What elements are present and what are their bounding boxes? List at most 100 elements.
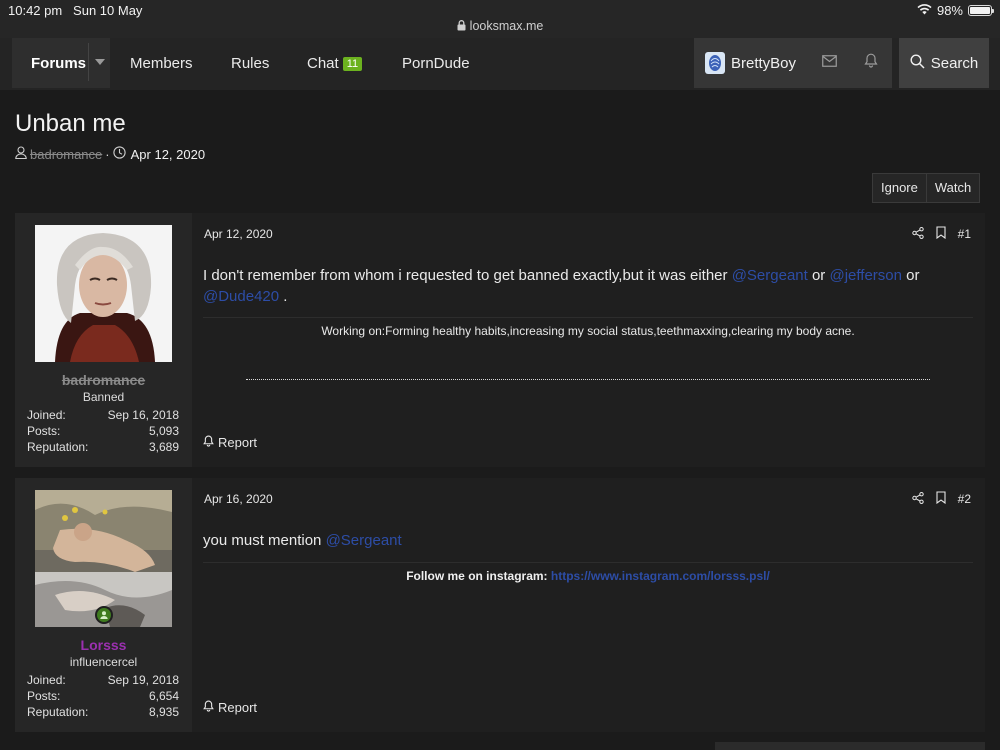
post-message-cell: Apr 16, 2020 #2 you must mention @Sergea… (192, 478, 985, 732)
stat-posts: Posts: 6,654 (27, 689, 179, 705)
reply-area-edge (715, 742, 985, 750)
stat-label: Posts: (27, 424, 61, 438)
search-button[interactable]: Search (899, 38, 989, 88)
ignore-button[interactable]: Ignore (873, 174, 926, 202)
user-stats: Joined: Sep 19, 2018 Posts: 6,654 Reputati… (27, 673, 179, 721)
user-title: Banned (82, 390, 125, 404)
signature-label: Follow me on instagram: (406, 569, 551, 583)
stat-joined: Joined: Sep 19, 2018 (27, 673, 179, 689)
avatar[interactable] (35, 225, 172, 362)
account-username: BrettyBoy (731, 54, 797, 72)
post-number-link[interactable]: #2 (958, 492, 971, 506)
post-text: or (901, 267, 920, 284)
account-menu[interactable]: BrettyBoy (694, 38, 808, 88)
search-icon (910, 53, 925, 73)
stat-label: Reputation: (27, 705, 89, 719)
nav-forums-label: Forums (31, 54, 87, 72)
post-body: I don't remember from whom i requested t… (203, 265, 963, 307)
stat-joined: Joined: Sep 16, 2018 (27, 408, 179, 424)
chat-count-badge: 11 (342, 57, 363, 71)
alerts-button[interactable] (850, 38, 892, 88)
stat-posts: Posts: 5,093 (27, 424, 179, 440)
post-username[interactable]: Lorsss (15, 637, 192, 653)
envelope-icon (821, 54, 837, 72)
clock-date: Sun 10 May (73, 3, 143, 18)
nav-chat-link[interactable]: Chat 11 (307, 55, 363, 72)
user-title: influencercel (69, 655, 138, 669)
stat-value: 8,935 (148, 705, 179, 719)
mention-link[interactable]: @Sergeant (732, 267, 808, 284)
lock-icon (457, 20, 466, 34)
bell-icon (864, 53, 878, 73)
thread-author-link[interactable]: badromance (30, 147, 102, 162)
online-status-icon (95, 606, 113, 624)
mention-link[interactable]: @jefferson (829, 267, 902, 284)
report-label: Report (218, 435, 258, 450)
stat-value: Sep 19, 2018 (107, 673, 179, 687)
stat-label: Posts: (27, 689, 61, 703)
report-button[interactable]: Report (203, 700, 257, 715)
post-text: I don't remember from whom i requested t… (203, 267, 732, 284)
share-icon[interactable] (911, 491, 924, 507)
post-1: badromance Banned Joined: Sep 16, 2018 Po… (15, 213, 985, 467)
bell-icon (203, 435, 214, 450)
report-button[interactable]: Report (203, 435, 257, 450)
mention-link[interactable]: @Dude420 (203, 288, 279, 305)
status-right: 98% (917, 3, 994, 18)
post-number-link[interactable]: #1 (958, 227, 971, 241)
wifi-icon (917, 3, 932, 18)
instagram-link[interactable]: https://www.instagram.com/lorsss.psl/ (551, 569, 770, 583)
post-username[interactable]: badromance (15, 372, 192, 388)
avatar (705, 52, 725, 74)
stat-label: Joined: (27, 673, 66, 687)
nav-forums-tab[interactable]: Forums (12, 38, 110, 88)
post-date-link[interactable]: Apr 12, 2020 (204, 227, 273, 241)
address-bar[interactable]: looksmax.me (0, 19, 1000, 34)
user-icon (15, 146, 27, 162)
chevron-down-icon[interactable] (95, 59, 105, 65)
battery-icon (968, 5, 994, 16)
nav-porndude-link[interactable]: PornDude (402, 55, 470, 72)
watch-button[interactable]: Watch (925, 174, 979, 202)
thread-actions: Ignore Watch (872, 173, 981, 203)
search-label: Search (930, 54, 979, 72)
divider (88, 43, 89, 81)
status-time: 10:42 pm Sun 10 May (8, 3, 142, 18)
main-nav: Forums Members Rules Chat 11 PornDude Bre… (0, 38, 1000, 90)
url-text: looksmax.me (469, 19, 544, 33)
share-icon[interactable] (911, 226, 924, 242)
stat-label: Reputation: (27, 440, 89, 454)
post-2: Lorsss influencercel Joined: Sep 19, 2018… (15, 478, 985, 732)
post-date-link[interactable]: Apr 16, 2020 (204, 492, 273, 506)
clock-time: 10:42 pm (8, 3, 63, 18)
signature: Working on:Forming healthy habits,increa… (203, 317, 973, 338)
report-label: Report (218, 700, 258, 715)
mention-link[interactable]: @Sergeant (326, 532, 402, 549)
stat-value: Sep 16, 2018 (107, 408, 179, 422)
signature-divider (246, 379, 930, 380)
post-text: or (807, 267, 830, 284)
battery-percent: 98% (936, 3, 963, 18)
inbox-button[interactable] (808, 38, 850, 88)
bookmark-icon[interactable] (936, 226, 946, 242)
nav-rules-link[interactable]: Rules (231, 55, 269, 72)
thread-meta: badromance · Apr 12, 2020 (15, 146, 205, 162)
stat-value: 6,654 (148, 689, 179, 703)
user-stats: Joined: Sep 16, 2018 Posts: 5,093 Reputati… (27, 408, 179, 456)
thread-date-link[interactable]: Apr 12, 2020 (131, 147, 205, 162)
stat-reputation: Reputation: 8,935 (27, 705, 179, 721)
page-title: Unban me (15, 110, 126, 137)
post-message-cell: Apr 12, 2020 #1 I don't remember from wh… (192, 213, 985, 467)
post-body: you must mention @Sergeant (203, 530, 963, 551)
post-user-cell: badromance Banned Joined: Sep 16, 2018 Po… (15, 213, 192, 467)
stat-label: Joined: (27, 408, 66, 422)
post-text: . (279, 288, 288, 305)
meta-separator: · (105, 146, 110, 162)
bell-icon (203, 700, 214, 715)
clock-icon (112, 146, 126, 162)
nav-members-link[interactable]: Members (130, 55, 193, 72)
bookmark-icon[interactable] (936, 491, 946, 507)
stat-value: 3,689 (148, 440, 179, 454)
stat-reputation: Reputation: 3,689 (27, 440, 179, 456)
post-user-cell: Lorsss influencercel Joined: Sep 19, 2018… (15, 478, 192, 732)
